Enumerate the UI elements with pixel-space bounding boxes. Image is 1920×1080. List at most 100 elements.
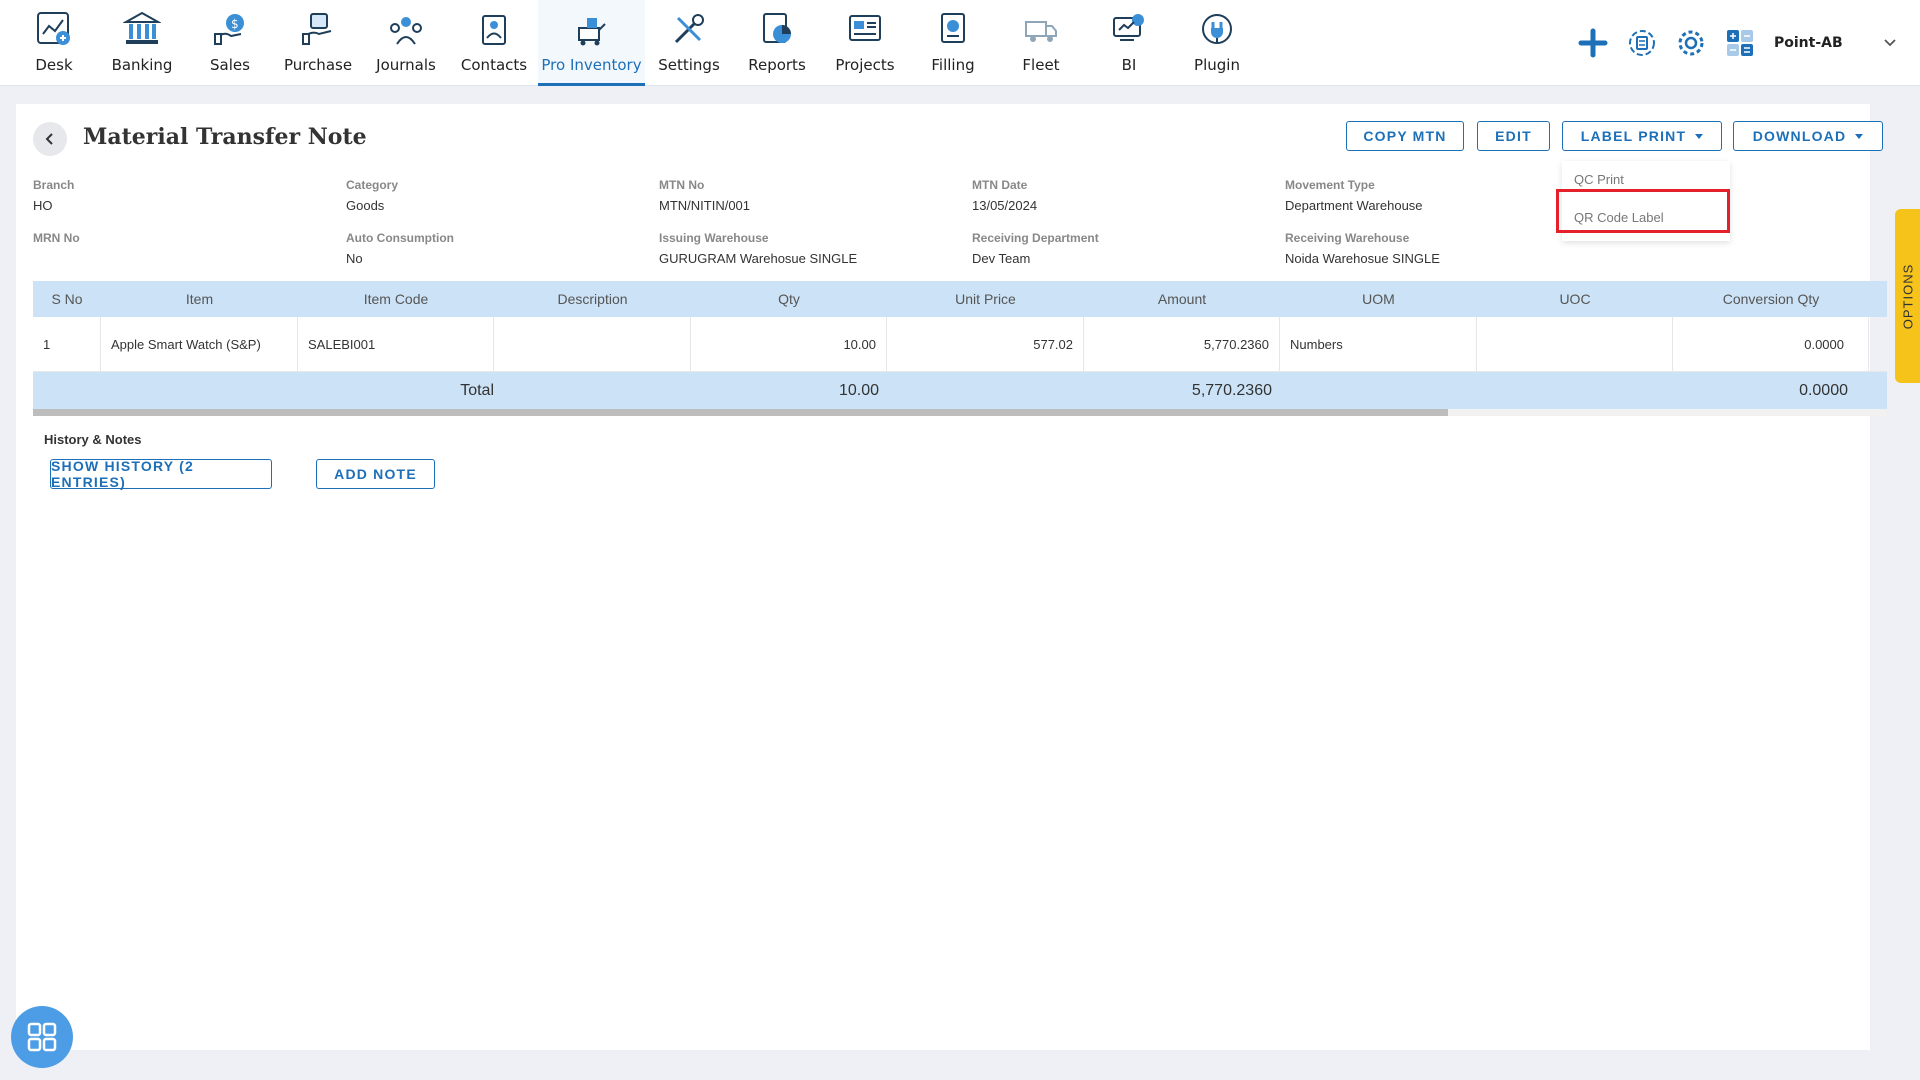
chevron-down-icon[interactable]	[1880, 33, 1900, 53]
table-row[interactable]: 1 Apple Smart Watch (S&P) SALEBI001 10.0…	[33, 317, 1887, 372]
show-history-button[interactable]: SHOW HISTORY (2 ENTRIES)	[50, 458, 272, 490]
nav-projects[interactable]: Projects	[821, 0, 909, 86]
nav-fleet[interactable]: Fleet	[997, 0, 1085, 86]
button-label: DOWNLOAD	[1752, 128, 1847, 144]
nav-pro-inventory[interactable]: Pro Inventory	[538, 0, 645, 86]
calculator-icon[interactable]	[1722, 25, 1758, 61]
items-table: S No Item Item Code Description Qty Unit…	[33, 281, 1887, 416]
cell-item-code: SALEBI001	[298, 317, 494, 371]
nav-label: Fleet	[1022, 56, 1060, 74]
field-value: HO	[33, 198, 53, 213]
total-label: Total	[460, 381, 494, 399]
cell-unit-price: 577.02	[887, 317, 1084, 371]
field-value: Noida Warehosue SINGLE	[1285, 251, 1440, 266]
menu-item-qc-print[interactable]: QC Print	[1562, 161, 1730, 197]
field-label: Receiving Warehouse	[1285, 231, 1410, 245]
page-title: Material Transfer Note	[83, 124, 367, 150]
add-note-button[interactable]: ADD NOTE	[316, 459, 435, 489]
sales-icon: $	[209, 8, 251, 50]
nav-label: Filling	[931, 56, 975, 74]
column-header: UOM	[1362, 291, 1395, 307]
menu-item-qr-code-label[interactable]: QR Code Label	[1562, 199, 1730, 235]
field-value: MTN/NITIN/001	[659, 198, 751, 213]
sync-icon[interactable]	[1624, 25, 1660, 61]
bi-icon	[1108, 8, 1150, 50]
journals-icon	[385, 8, 427, 50]
cell-uoc	[1477, 317, 1673, 371]
nav-contacts[interactable]: Contacts	[450, 0, 538, 86]
purchase-icon	[297, 8, 339, 50]
company-name[interactable]: Point-AB	[1774, 35, 1872, 51]
table-footer: Total 10.00 5,770.2360 0.0000	[33, 372, 1887, 409]
cell-sno: 1	[33, 317, 101, 371]
main-nav: Desk Banking $ Sales Purchase Journals C…	[0, 0, 1261, 86]
nav-label: Settings	[658, 56, 720, 74]
field-category: Category Goods	[346, 178, 398, 213]
nav-label: Desk	[35, 56, 73, 74]
column-header: Description	[557, 291, 628, 307]
desk-icon	[33, 8, 75, 50]
copy-mtn-button[interactable]: COPY MTN	[1346, 121, 1464, 151]
nav-plugin[interactable]: Plugin	[1173, 0, 1261, 86]
horizontal-scrollbar[interactable]	[33, 409, 1887, 416]
cell-amount: 5,770.2360	[1084, 317, 1280, 371]
content-panel: Material Transfer Note COPY MTN EDIT LAB…	[16, 104, 1887, 1050]
nav-bi[interactable]: BI	[1085, 0, 1173, 86]
nav-label: Banking	[111, 56, 173, 74]
total-qty: 10.00	[838, 381, 879, 399]
column-header: Item	[185, 291, 214, 307]
field-label: Category	[346, 178, 399, 192]
total-amount: 5,770.2360	[1191, 381, 1272, 399]
nav-filling[interactable]: Filling	[909, 0, 997, 86]
field-receiving-warehouse: Receiving Warehouse Noida Warehosue SINGL…	[1285, 231, 1440, 266]
field-value: Dev Team	[972, 251, 1031, 266]
menu-item-label: QC Print	[1574, 171, 1624, 187]
column-header: Qty	[778, 291, 800, 307]
field-value: Goods	[346, 198, 385, 213]
plus-icon[interactable]	[1575, 25, 1611, 61]
apps-grid-button[interactable]	[11, 1006, 73, 1068]
gear-icon[interactable]	[1673, 25, 1709, 61]
field-mrn-no: MRN No	[33, 231, 80, 251]
cell-item: Apple Smart Watch (S&P)	[101, 317, 298, 371]
contacts-icon	[473, 8, 515, 50]
top-navigation: Desk Banking $ Sales Purchase Journals C…	[0, 0, 1920, 86]
label-print-menu: QC Print QR Code Label	[1562, 161, 1730, 241]
projects-icon	[844, 8, 886, 50]
field-mtn-date: MTN Date 13/05/2024	[972, 178, 1037, 213]
nav-banking[interactable]: Banking	[98, 0, 186, 86]
back-button[interactable]	[33, 122, 67, 156]
nav-purchase[interactable]: Purchase	[274, 0, 362, 86]
field-label: MTN Date	[972, 178, 1028, 192]
nav-settings[interactable]: Settings	[645, 0, 733, 86]
nav-desk[interactable]: Desk	[10, 0, 98, 86]
svg-text:$: $	[231, 17, 239, 31]
cell-conversion-qty: 0.0000	[1673, 317, 1869, 371]
filling-icon	[932, 8, 974, 50]
column-header: Conversion Qty	[1722, 291, 1820, 307]
nav-journals[interactable]: Journals	[362, 0, 450, 86]
button-label: LABEL PRINT	[1580, 128, 1687, 144]
edit-button[interactable]: EDIT	[1477, 121, 1550, 151]
nav-reports[interactable]: Reports	[733, 0, 821, 86]
total-conversion-qty: 0.0000	[1799, 381, 1848, 399]
nav-label: Projects	[835, 56, 895, 74]
caret-down-icon	[1695, 133, 1704, 139]
field-label: MTN No	[659, 178, 705, 192]
bank-icon	[121, 8, 163, 50]
nav-label: Journals	[376, 56, 436, 74]
options-tab[interactable]: OPTIONS	[1895, 209, 1920, 383]
reports-icon	[756, 8, 798, 50]
download-button[interactable]: DOWNLOAD	[1733, 121, 1883, 151]
menu-item-label: QR Code Label	[1574, 209, 1664, 225]
nav-label: BI	[1121, 56, 1137, 74]
label-print-button[interactable]: LABEL PRINT	[1562, 121, 1722, 151]
nav-label: Contacts	[460, 56, 528, 74]
scrollbar-thumb[interactable]	[33, 409, 1448, 416]
plugin-icon	[1196, 8, 1238, 50]
nav-sales[interactable]: $ Sales	[186, 0, 274, 86]
top-right-toolbar: Point-AB	[1562, 0, 1920, 86]
field-value: Department Warehouse	[1285, 198, 1423, 213]
field-label: MRN No	[33, 231, 80, 245]
caret-down-icon	[1855, 133, 1864, 139]
